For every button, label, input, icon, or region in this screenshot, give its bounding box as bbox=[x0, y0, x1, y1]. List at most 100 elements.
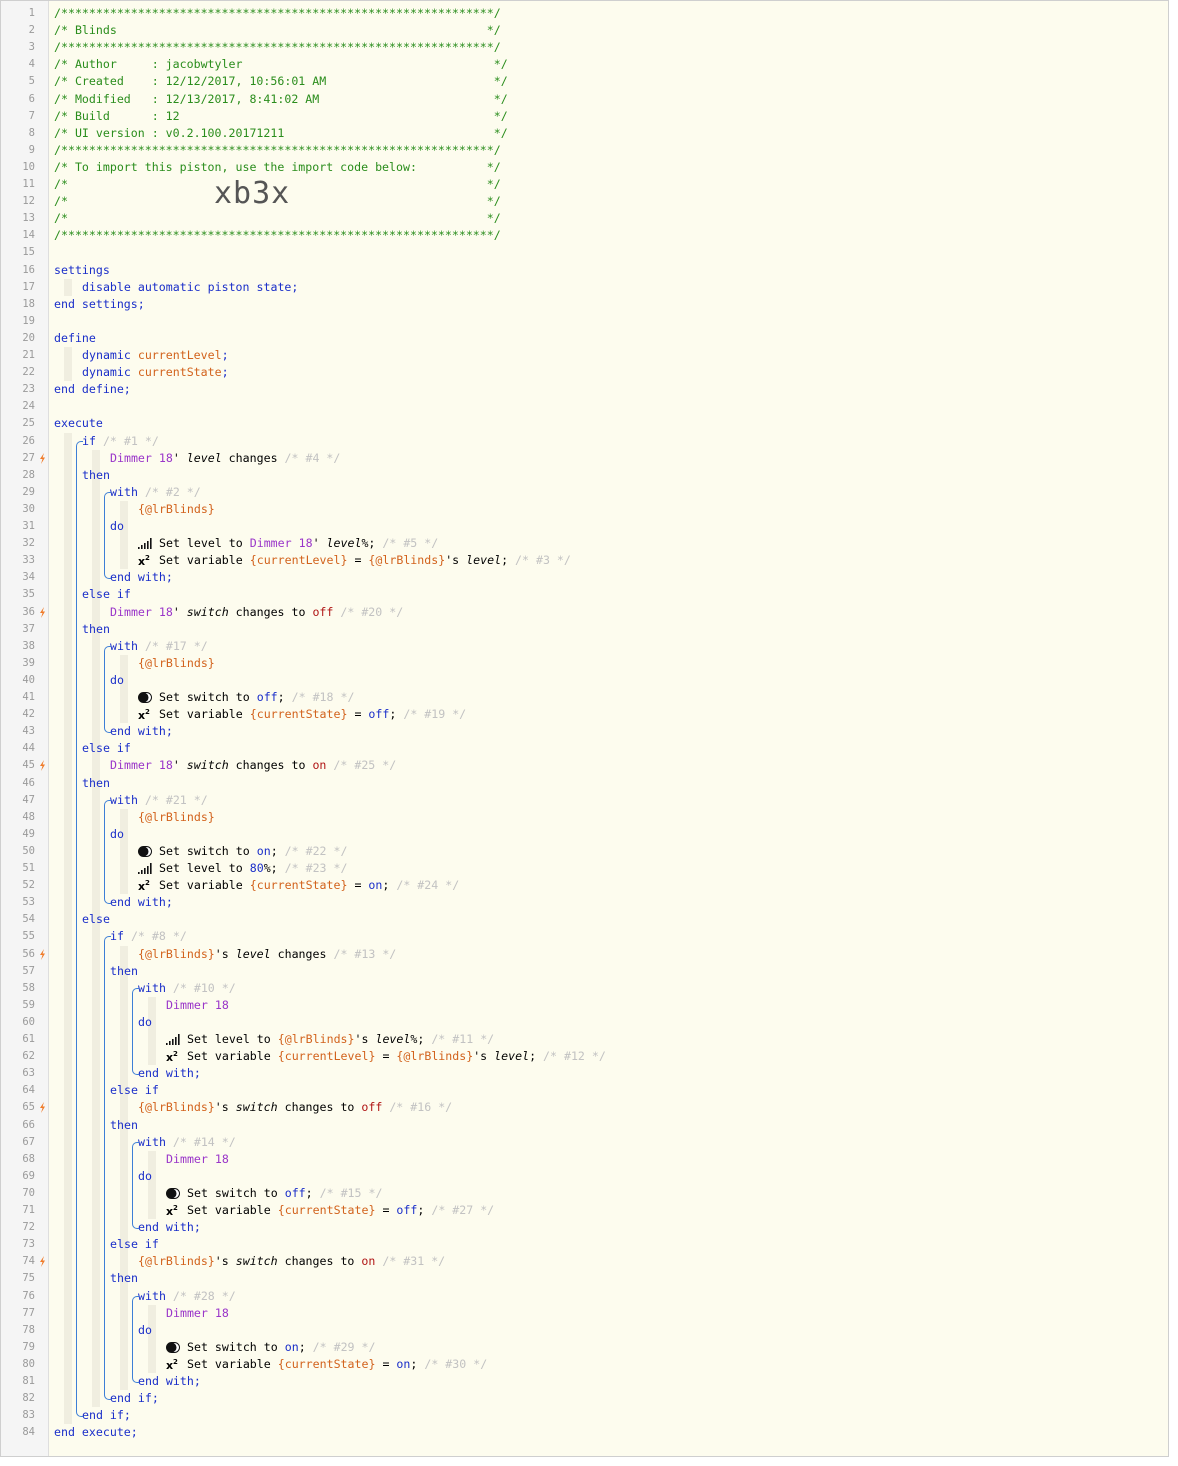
code-line[interactable]: 49 do bbox=[1, 826, 1169, 843]
code-line[interactable]: 75 then bbox=[1, 1270, 1169, 1287]
code-line[interactable]: 80 x 2 Set variable {currentState} = on; /… bbox=[1, 1356, 1169, 1373]
code-line[interactable]: 35 else if bbox=[1, 586, 1169, 603]
code-line[interactable]: 71 x 2 Set variable {currentState} = off; … bbox=[1, 1202, 1169, 1219]
code-line[interactable]: 28 then bbox=[1, 467, 1169, 484]
code-line[interactable]: 8 /* UI version : v0.2.100.20171211 */ bbox=[1, 125, 1169, 142]
code-line[interactable]: 74 {@lrBlinds}'s switch changes to on /* … bbox=[1, 1253, 1169, 1270]
code-line[interactable]: 69 do bbox=[1, 1168, 1169, 1185]
code-line[interactable]: 15 bbox=[1, 244, 1169, 261]
token-var[interactable]: {@lrBlinds} bbox=[278, 1032, 355, 1046]
code-line[interactable]: 20 define bbox=[1, 330, 1169, 347]
code-line[interactable]: 7 /* Build : 12 */ bbox=[1, 108, 1169, 125]
code-line[interactable]: 58 with /* #10 */ bbox=[1, 980, 1169, 997]
code-line[interactable]: 78 do bbox=[1, 1322, 1169, 1339]
code-line[interactable]: 13 /* */ bbox=[1, 210, 1169, 227]
code-line[interactable]: 9 /**************************************… bbox=[1, 142, 1169, 159]
code-line[interactable]: 24 bbox=[1, 398, 1169, 415]
code-line[interactable]: 36 Dimmer 18' switch changes to off /* #2… bbox=[1, 604, 1169, 621]
code-line[interactable]: 14 /*************************************… bbox=[1, 227, 1169, 244]
code-line[interactable]: 44 else if bbox=[1, 740, 1169, 757]
code-line[interactable]: 47 with /* #21 */ bbox=[1, 792, 1169, 809]
token-var[interactable]: {@lrBlinds} bbox=[138, 656, 215, 670]
token-var[interactable]: {currentState} bbox=[278, 1357, 376, 1371]
code-line[interactable]: 16 settings bbox=[1, 262, 1169, 279]
code-line[interactable]: 54 else bbox=[1, 911, 1169, 928]
code-line[interactable]: 77 Dimmer 18 bbox=[1, 1305, 1169, 1322]
code-line[interactable]: 76 with /* #28 */ bbox=[1, 1288, 1169, 1305]
token-dev[interactable]: Dimmer 18 bbox=[166, 998, 229, 1012]
code-line[interactable]: 34 end with; bbox=[1, 569, 1169, 586]
code-line[interactable]: 73 else if bbox=[1, 1236, 1169, 1253]
token-var[interactable]: {@lrBlinds} bbox=[138, 1100, 215, 1114]
code-line[interactable]: 22 dynamic currentState; bbox=[1, 364, 1169, 381]
code-line[interactable]: 30 {@lrBlinds} bbox=[1, 501, 1169, 518]
code-line[interactable]: 59 Dimmer 18 bbox=[1, 997, 1169, 1014]
token-var[interactable]: {@lrBlinds} bbox=[138, 810, 215, 824]
code-line[interactable]: 29 with /* #2 */ bbox=[1, 484, 1169, 501]
code-line[interactable]: 11/* */ bbox=[1, 176, 1169, 193]
token-dev[interactable]: Dimmer 18 bbox=[110, 451, 173, 465]
code-line[interactable]: 62 x 2 Set variable {currentLevel} = {@lrB… bbox=[1, 1048, 1169, 1065]
code-line[interactable]: 52 x 2 Set variable {currentState} = on; /… bbox=[1, 877, 1169, 894]
code-line[interactable]: 1 /**************************************… bbox=[1, 5, 1169, 22]
token-var[interactable]: {@lrBlinds} bbox=[138, 1254, 215, 1268]
token-dev[interactable]: Dimmer 18 bbox=[110, 758, 173, 772]
code-line[interactable]: 60 do bbox=[1, 1014, 1169, 1031]
token-var[interactable]: {currentState} bbox=[278, 1203, 376, 1217]
code-line[interactable]: 83 end if; bbox=[1, 1407, 1169, 1424]
code-line[interactable]: 79 Set switch to on; /* #29 */ bbox=[1, 1339, 1169, 1356]
token-var[interactable]: {@lrBlinds} bbox=[396, 1049, 473, 1063]
code-line[interactable]: 21 dynamic currentLevel; bbox=[1, 347, 1169, 364]
code-line[interactable]: 19 bbox=[1, 313, 1169, 330]
token-var[interactable]: currentLevel bbox=[138, 348, 222, 362]
code-line[interactable]: 39 {@lrBlinds} bbox=[1, 655, 1169, 672]
code-line[interactable]: 68 Dimmer 18 bbox=[1, 1151, 1169, 1168]
code-line[interactable]: 45 Dimmer 18' switch changes to on /* #25… bbox=[1, 757, 1169, 774]
code-line[interactable]: 67 with /* #14 */ bbox=[1, 1134, 1169, 1151]
token-var[interactable]: currentState bbox=[138, 365, 222, 379]
token-dev[interactable]: Dimmer 18 bbox=[250, 536, 313, 550]
code-line[interactable]: 33 x 2 Set variable {currentLevel} = {@lrB… bbox=[1, 552, 1169, 569]
code-line[interactable]: 56 {@lrBlinds}'s level changes /* #13 */ bbox=[1, 946, 1169, 963]
code-line[interactable]: 40 do bbox=[1, 672, 1169, 689]
code-line[interactable]: 2 /* Blinds */ bbox=[1, 22, 1169, 39]
code-line[interactable]: 43 end with; bbox=[1, 723, 1169, 740]
code-line[interactable]: 6 /* Modified : 12/13/2017, 8:41:02 AM */ bbox=[1, 91, 1169, 108]
code-line[interactable]: 32 Set level to Dimmer 18' level%; /* #5… bbox=[1, 535, 1169, 552]
code-line[interactable]: 50 Set switch to on; /* #22 */ bbox=[1, 843, 1169, 860]
token-var[interactable]: {@lrBlinds} bbox=[138, 502, 215, 516]
code-line[interactable]: 48 {@lrBlinds} bbox=[1, 809, 1169, 826]
code-line[interactable]: 57 then bbox=[1, 963, 1169, 980]
code-line[interactable]: 10 /* To import this piston, use the impo… bbox=[1, 159, 1169, 176]
code-line[interactable]: 70 Set switch to off; /* #15 */ bbox=[1, 1185, 1169, 1202]
code-line[interactable]: 37 then bbox=[1, 621, 1169, 638]
token-var[interactable]: {@lrBlinds} bbox=[138, 947, 215, 961]
token-dev[interactable]: Dimmer 18 bbox=[166, 1306, 229, 1320]
token-var[interactable]: {currentState} bbox=[250, 878, 348, 892]
code-line[interactable]: 66 then bbox=[1, 1117, 1169, 1134]
code-line[interactable]: 23 end define; bbox=[1, 381, 1169, 398]
code-line[interactable]: 17 disable automatic piston state; bbox=[1, 279, 1169, 296]
code-line[interactable]: 38 with /* #17 */ bbox=[1, 638, 1169, 655]
code-line[interactable]: 51 Set level to 80%; /* #23 */ bbox=[1, 860, 1169, 877]
code-line[interactable]: 42 x 2 Set variable {currentState} = off; … bbox=[1, 706, 1169, 723]
code-line[interactable]: 72 end with; bbox=[1, 1219, 1169, 1236]
code-line[interactable]: 4 /* Author : jacobwtyler */ bbox=[1, 56, 1169, 73]
code-line[interactable]: 26 if /* #1 */ bbox=[1, 433, 1169, 450]
token-var[interactable]: {currentLevel} bbox=[250, 553, 348, 567]
code-line[interactable]: 64 else if bbox=[1, 1082, 1169, 1099]
code-line[interactable]: 65 {@lrBlinds}'s switch changes to off /*… bbox=[1, 1099, 1169, 1116]
code-line[interactable]: 55 if /* #8 */ bbox=[1, 928, 1169, 945]
code-line[interactable]: 25 execute bbox=[1, 415, 1169, 432]
code-line[interactable]: 27 Dimmer 18' level changes /* #4 */ bbox=[1, 450, 1169, 467]
token-dev[interactable]: Dimmer 18 bbox=[110, 605, 173, 619]
code-line[interactable]: 12/* */xb3x bbox=[1, 179, 1169, 210]
code-line[interactable]: 61 Set level to {@lrBlinds}'s level%; /*… bbox=[1, 1031, 1169, 1048]
token-var[interactable]: {currentState} bbox=[250, 707, 348, 721]
code-line[interactable]: 41 Set switch to off; /* #18 */ bbox=[1, 689, 1169, 706]
code-line[interactable]: 84 end execute; bbox=[1, 1424, 1169, 1441]
code-line[interactable]: 46 then bbox=[1, 775, 1169, 792]
token-var[interactable]: {@lrBlinds} bbox=[368, 553, 445, 567]
code-line[interactable]: 3 /**************************************… bbox=[1, 39, 1169, 56]
code-line[interactable]: 53 end with; bbox=[1, 894, 1169, 911]
